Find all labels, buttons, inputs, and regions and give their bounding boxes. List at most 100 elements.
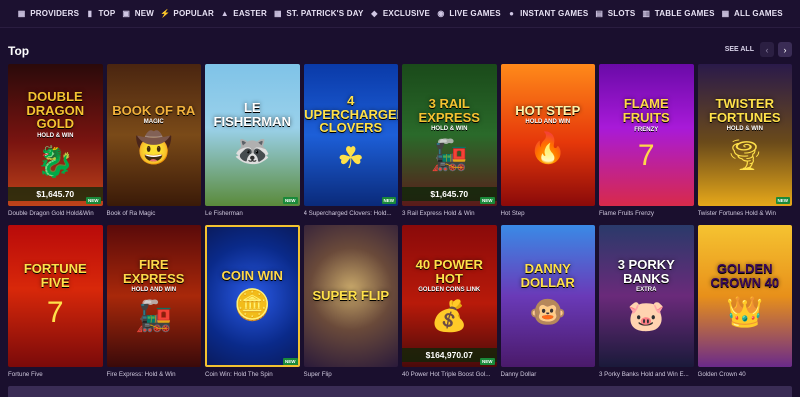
game-logo: Hot Step — [515, 102, 581, 118]
game-thumbnail[interactable]: 3 Porky Banks EXTRA 🐷 — [599, 225, 694, 367]
game-thumbnail[interactable]: Super Flip — [303, 225, 398, 367]
game-card[interactable]: Hot Step HOLD AND WIN 🔥 Hot Step — [500, 64, 596, 225]
game-card[interactable]: Flame Fruits FRENZY 7 Flame Fruits Frenzy — [599, 64, 694, 225]
game-art-icon: 🔥 — [529, 132, 567, 166]
game-card[interactable]: Fortune Five 7 Fortune Five — [8, 225, 103, 386]
game-card[interactable]: Fire Express HOLD AND WIN 🚂 Fire Express: H… — [106, 225, 202, 386]
game-thumbnail[interactable]: 4 Supercharged Clovers ☘ NEW — [303, 64, 398, 206]
nav-item-new[interactable]: ▣ NEW — [122, 9, 154, 18]
game-art-icon: 🐉 — [36, 145, 74, 179]
chevron-left-icon: ‹ — [765, 44, 769, 55]
game-thumbnail[interactable]: 40 Power Hot GOLDEN COINS LINK 💰 $164,970.0… — [402, 225, 497, 367]
game-title[interactable]: 3 Porky Banks Hold and Win E... — [599, 371, 694, 378]
nav-item-label: EASTER — [233, 9, 267, 18]
game-card[interactable]: Danny Dollar 🐵 Danny Dollar — [500, 225, 596, 386]
game-art-icon: 🪙 — [233, 289, 271, 323]
game-art-icon: 🦝 — [233, 135, 271, 169]
nav-item-exclusive[interactable]: ◆ EXCLUSIVE — [370, 9, 430, 18]
clover-icon: ▦ — [273, 9, 282, 18]
game-logo: Le Fisherman — [213, 99, 291, 129]
game-thumbnail[interactable]: Book of Ra MAGIC 🤠 — [106, 64, 201, 206]
game-thumbnail[interactable]: Fire Express HOLD AND WIN 🚂 — [106, 225, 201, 367]
nav-item-live-games[interactable]: ◉ LIVE GAMES — [436, 9, 500, 18]
game-card[interactable]: 4 Supercharged Clovers☘NEW 4 Supercharged… — [303, 64, 399, 225]
game-title[interactable]: Le Fisherman — [205, 210, 300, 217]
game-thumbnail[interactable]: Double Dragon Gold HOLD & WIN 🐉 $1,645.70 NE… — [8, 64, 103, 206]
nav-item-providers[interactable]: ▦ PROVIDERS — [17, 9, 79, 18]
game-thumbnail[interactable]: Flame Fruits FRENZY 7 — [599, 64, 694, 206]
game-title[interactable]: 4 Supercharged Clovers: Hold... — [304, 210, 399, 217]
game-title[interactable]: Fire Express: Hold & Win — [107, 371, 202, 378]
nav-item-label: PROVIDERS — [30, 9, 80, 18]
game-card[interactable]: 40 Power Hot GOLDEN COINS LINK 💰 $164,970.0… — [402, 225, 497, 386]
bolt-icon: ⚡ — [160, 9, 171, 18]
game-title[interactable]: Twister Fortunes Hold & Win — [698, 210, 793, 217]
nav-item-label: TABLE GAMES — [654, 9, 715, 18]
game-title[interactable]: Danny Dollar — [501, 371, 596, 378]
game-title[interactable]: 3 Rail Express Hold & Win — [402, 210, 497, 217]
next-arrow-button[interactable]: › — [778, 42, 792, 57]
game-art-icon: 🤠 — [135, 132, 173, 166]
game-logo: Double Dragon Gold — [26, 89, 85, 132]
prev-arrow-button[interactable]: ‹ — [760, 42, 774, 57]
game-logo-subtitle: FRENZY — [634, 126, 659, 133]
game-title[interactable]: Coin Win: Hold The Spin — [205, 371, 300, 378]
game-logo: Twister Fortunes — [709, 95, 781, 125]
next-row-strip — [8, 386, 792, 397]
game-card[interactable]: Twister Fortunes HOLD & WIN 🌪 NEW Twister Fo… — [697, 64, 793, 225]
nav-item-easter[interactable]: ▲ EASTER — [220, 9, 267, 18]
new-badge: NEW — [86, 197, 101, 204]
game-card[interactable]: Golden Crown 40 👑 Golden Crown 40 — [697, 225, 793, 386]
game-art-icon: 🚂 — [430, 139, 468, 173]
nav-item-all-games[interactable]: ▦ ALL GAMES — [721, 9, 783, 18]
new-badge: NEW — [480, 358, 495, 365]
new-badge: NEW — [283, 358, 298, 365]
slots-icon: ▤ — [595, 9, 604, 18]
game-title[interactable]: Super Flip — [304, 371, 399, 378]
egg-icon: ▲ — [220, 9, 229, 18]
game-thumbnail[interactable]: Danny Dollar 🐵 — [500, 225, 595, 367]
game-title[interactable]: Hot Step — [501, 210, 596, 217]
game-title[interactable]: Golden Crown 40 — [698, 371, 793, 378]
nav-item-table-games[interactable]: ▥ TABLE GAMES — [642, 9, 715, 18]
game-logo-subtitle: HOLD & WIN — [431, 126, 468, 133]
table-icon: ▥ — [642, 9, 651, 18]
nav-item-popular[interactable]: ⚡ POPULAR — [160, 9, 214, 18]
nav-item-st-patrick-s-day[interactable]: ▦ ST. PATRICK'S DAY — [273, 9, 363, 18]
game-thumbnail[interactable]: Golden Crown 40 👑 — [697, 225, 792, 367]
game-title[interactable]: Double Dragon Gold Hold&Win — [8, 210, 103, 217]
game-title[interactable]: Book of Ra Magic — [107, 210, 202, 217]
game-title[interactable]: 40 Power Hot Triple Boost Gol... — [402, 371, 497, 378]
game-thumbnail[interactable]: Le Fisherman 🦝 NEW — [205, 64, 300, 206]
game-art-icon: 🐵 — [529, 296, 567, 330]
game-title[interactable]: Fortune Five — [8, 371, 103, 378]
game-logo-subtitle: HOLD AND WIN — [131, 287, 177, 294]
game-art-icon: 💰 — [430, 300, 468, 334]
see-all-link[interactable]: SEE ALL — [725, 46, 754, 53]
game-logo-subtitle: GOLDEN COINS LINK — [418, 287, 481, 294]
nav-item-label: ST. PATRICK'S DAY — [286, 9, 364, 18]
game-thumbnail[interactable]: Hot Step HOLD AND WIN 🔥 — [500, 64, 595, 206]
game-thumbnail[interactable]: 3 Rail Express HOLD & WIN 🚂 $1,645.70 NEW — [402, 64, 497, 206]
game-card[interactable]: 3 Rail Express HOLD & WIN 🚂 $1,645.70 NEW 3 R… — [402, 64, 497, 225]
game-card[interactable]: Book of Ra MAGIC 🤠 Book of Ra Magic — [106, 64, 202, 225]
game-thumbnail[interactable]: Twister Fortunes HOLD & WIN 🌪 NEW — [697, 64, 792, 206]
nav-item-top[interactable]: ▮ TOP — [85, 9, 116, 18]
nav-item-slots[interactable]: ▤ SLOTS — [595, 9, 636, 18]
nav-item-label: EXCLUSIVE — [382, 9, 431, 18]
game-thumbnail[interactable]: Fortune Five 7 — [8, 225, 103, 367]
game-art-icon: 7 — [46, 295, 64, 329]
live-icon: ◉ — [437, 9, 445, 18]
game-card[interactable]: 3 Porky Banks EXTRA 🐷 3 Porky Banks Hold an… — [599, 225, 694, 386]
nav-item-label: TOP — [98, 9, 116, 18]
game-title[interactable]: Flame Fruits Frenzy — [599, 210, 694, 217]
all-games-icon: ▦ — [721, 9, 730, 18]
game-card[interactable]: Super Flip Super Flip — [303, 225, 399, 386]
game-card[interactable]: Le Fisherman 🦝 NEW Le Fisherman — [205, 64, 300, 225]
new-badge: NEW — [775, 197, 790, 204]
game-thumbnail[interactable]: Coin Win 🪙 NEW — [205, 225, 300, 367]
nav-item-instant-games[interactable]: ● INSTANT GAMES — [507, 9, 588, 18]
game-card[interactable]: Double Dragon Gold HOLD & WIN 🐉 $1,645.70 NE… — [8, 64, 103, 225]
chevron-right-icon: › — [783, 44, 787, 55]
game-card[interactable]: Coin Win 🪙 NEW Coin Win: Hold The Spin — [205, 225, 300, 386]
